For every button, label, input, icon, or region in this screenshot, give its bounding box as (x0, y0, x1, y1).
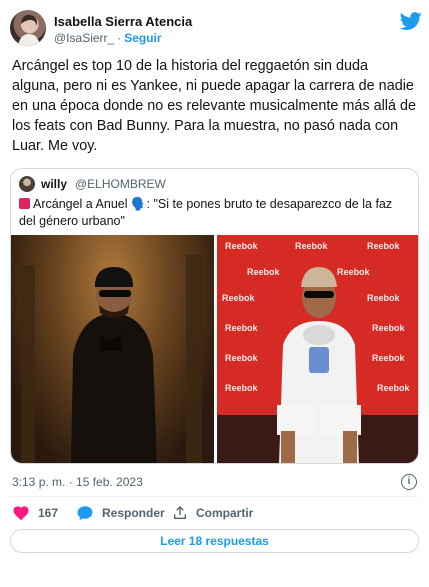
share-icon (174, 506, 186, 519)
like-count: 167 (38, 506, 59, 520)
share-label: Compartir (196, 506, 254, 520)
reply-button[interactable]: Responder (76, 502, 165, 524)
author-handle-row: @IsaSierr_ · Seguir (54, 31, 162, 45)
author-name[interactable]: Isabella Sierra Atencia (54, 14, 192, 29)
read-replies-button[interactable]: Leer 18 respuestas (10, 529, 419, 553)
svg-text:Reebok: Reebok (222, 293, 256, 303)
tweet-header: Isabella Sierra Atencia @IsaSierr_ · Segui… (10, 8, 422, 48)
svg-text:Reebok: Reebok (367, 293, 401, 303)
siren-icon (19, 198, 30, 209)
quoted-tweet-text: Arcángel a Anuel 🗣️: "Si te pones bruto … (19, 197, 393, 228)
svg-text:Reebok: Reebok (225, 383, 259, 393)
tweet-text: Arcángel es top 10 de la historia del re… (12, 58, 416, 154)
quoted-author-handle: @ELHOMBREW (75, 177, 166, 191)
quoted-author-name: willy (41, 177, 68, 191)
reply-bubble-icon (77, 506, 93, 521)
svg-text:Reebok: Reebok (295, 241, 329, 251)
divider (10, 496, 419, 497)
author-handle[interactable]: @IsaSierr_ (54, 31, 114, 45)
svg-text:Reebok: Reebok (247, 267, 281, 277)
tweet-timestamp[interactable]: 3:13 p. m. · 15 feb. 2023 (12, 475, 143, 489)
reply-label: Responder (102, 506, 165, 520)
info-icon[interactable]: i (401, 474, 417, 490)
quoted-tweet-text-row: Arcángel a Anuel 🗣️: "Si te pones bruto … (19, 196, 411, 230)
heart-icon (13, 506, 29, 521)
author-avatar[interactable] (10, 10, 46, 46)
svg-text:Reebok: Reebok (377, 383, 411, 393)
twitter-bird-icon[interactable] (400, 10, 422, 32)
svg-text:Reebok: Reebok (225, 323, 259, 333)
share-button[interactable]: Compartir (172, 502, 253, 524)
svg-text:Reebok: Reebok (367, 241, 401, 251)
quoted-image-left[interactable] (11, 235, 214, 463)
svg-text:Reebok: Reebok (337, 267, 371, 277)
quoted-tweet[interactable]: willy @ELHOMBREW Arcángel a Anuel 🗣️: "S… (10, 168, 419, 464)
svg-text:Reebok: Reebok (372, 323, 406, 333)
svg-text:Reebok: Reebok (225, 241, 259, 251)
svg-text:Reebok: Reebok (225, 353, 259, 363)
quoted-image-right[interactable]: Reebok Reebok Reebok Reebok Reebok Reebok Re… (217, 235, 418, 463)
svg-text:Reebok: Reebok (372, 353, 406, 363)
quoted-author-avatar (19, 176, 35, 192)
like-button[interactable]: 167 (12, 502, 58, 524)
tweet-card: Isabella Sierra Atencia @IsaSierr_ · Segui… (0, 0, 429, 587)
tweet-actions: 167 Responder Compartir (10, 502, 310, 524)
follow-button[interactable]: Seguir (124, 31, 161, 45)
separator-dot: · (117, 31, 122, 45)
